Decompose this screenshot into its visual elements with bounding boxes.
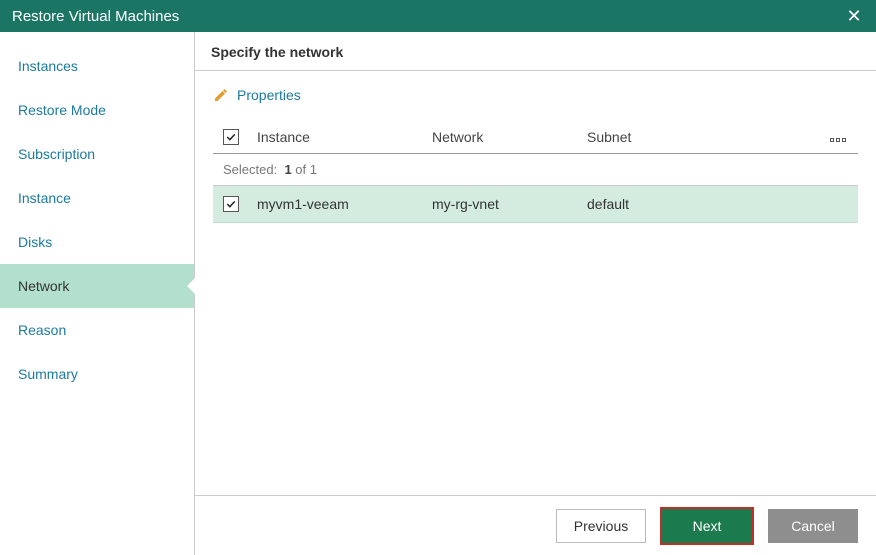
sidebar-item-subscription[interactable]: Subscription (0, 132, 194, 176)
sidebar-item-label: Summary (18, 366, 78, 382)
column-header-network[interactable]: Network (432, 129, 587, 145)
properties-link[interactable]: Properties (213, 87, 301, 103)
pencil-icon (213, 87, 229, 103)
sidebar-item-disks[interactable]: Disks (0, 220, 194, 264)
sidebar-item-label: Network (18, 278, 69, 294)
next-button[interactable]: Next (662, 509, 752, 543)
sidebar-item-label: Reason (18, 322, 66, 338)
sidebar-item-network[interactable]: Network (0, 264, 194, 308)
selection-of: of (295, 162, 306, 177)
sidebar-item-label: Instances (18, 58, 78, 74)
close-icon[interactable]: ✕ (844, 6, 864, 26)
grid-header: Instance Network Subnet (213, 121, 858, 154)
cell-instance: myvm1-veeam (257, 196, 432, 212)
wizard-steps-sidebar: Instances Restore Mode Subscription Inst… (0, 32, 195, 555)
sidebar-item-summary[interactable]: Summary (0, 352, 194, 396)
sidebar-item-instances[interactable]: Instances (0, 44, 194, 88)
sidebar-item-reason[interactable]: Reason (0, 308, 194, 352)
column-header-subnet[interactable]: Subnet (587, 129, 818, 145)
previous-button[interactable]: Previous (556, 509, 646, 543)
sidebar-item-label: Instance (18, 190, 71, 206)
row-checkbox[interactable] (223, 196, 239, 212)
window-title: Restore Virtual Machines (12, 8, 844, 25)
instances-grid: Instance Network Subnet Selected: 1 (213, 121, 858, 223)
sidebar-item-restore-mode[interactable]: Restore Mode (0, 88, 194, 132)
column-options-icon[interactable] (830, 138, 846, 142)
sidebar-item-label: Subscription (18, 146, 95, 162)
selection-summary: Selected: 1 of 1 (213, 154, 858, 186)
cancel-button[interactable]: Cancel (768, 509, 858, 543)
table-row[interactable]: myvm1-veeam my-rg-vnet default (213, 186, 858, 223)
properties-label: Properties (237, 87, 301, 103)
select-all-checkbox[interactable] (223, 129, 239, 145)
title-bar: Restore Virtual Machines ✕ (0, 0, 876, 32)
page-title: Specify the network (195, 32, 876, 71)
sidebar-item-instance[interactable]: Instance (0, 176, 194, 220)
main-panel: Specify the network Properties (195, 32, 876, 555)
selection-count: 1 (284, 162, 291, 177)
cell-subnet: default (587, 196, 818, 212)
wizard-footer: Previous Next Cancel (195, 495, 876, 555)
sidebar-item-label: Disks (18, 234, 52, 250)
selection-total: 1 (310, 162, 317, 177)
restore-vm-dialog: Restore Virtual Machines ✕ Instances Res… (0, 0, 876, 555)
cell-network: my-rg-vnet (432, 196, 587, 212)
column-header-instance[interactable]: Instance (257, 129, 432, 145)
sidebar-item-label: Restore Mode (18, 102, 106, 118)
selection-prefix: Selected: (223, 162, 277, 177)
